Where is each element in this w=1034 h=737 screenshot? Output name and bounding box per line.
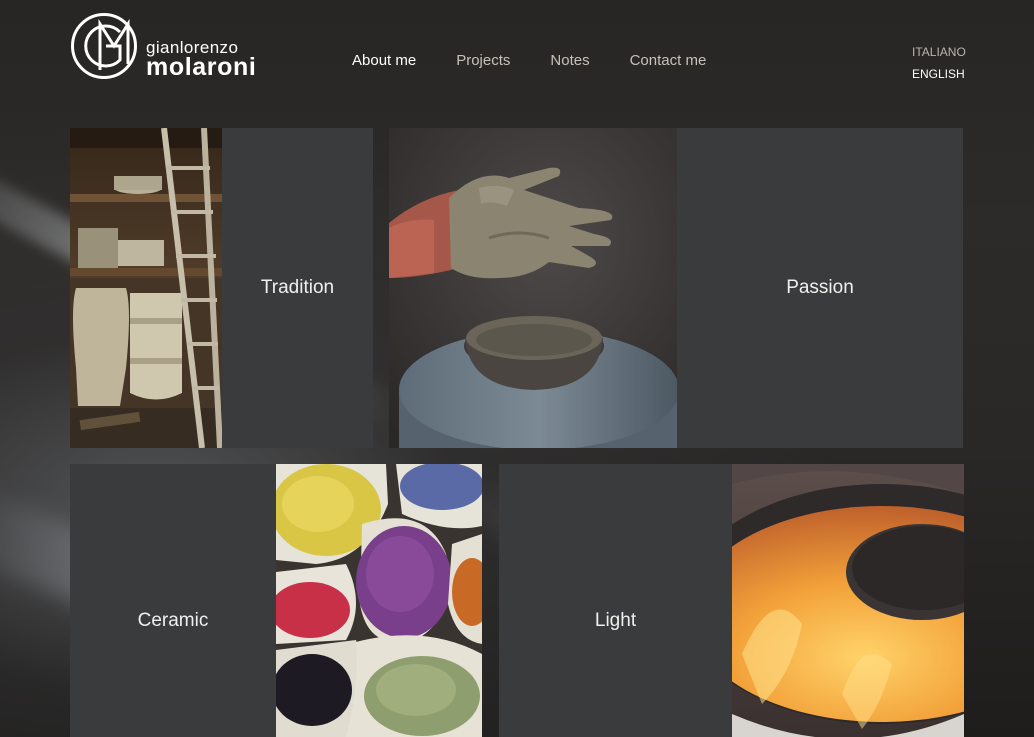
- tile-label: Passion: [786, 277, 854, 298]
- gm-monogram-icon: [71, 13, 137, 79]
- tile-label: Light: [594, 610, 637, 631]
- tile-light[interactable]: Light: [499, 464, 964, 737]
- brand-last-name: molaroni: [146, 53, 257, 81]
- lang-italiano[interactable]: ITALIANO: [912, 41, 966, 63]
- tile-label: Ceramic: [137, 610, 209, 631]
- nav-notes[interactable]: Notes: [550, 52, 589, 69]
- nav-projects[interactable]: Projects: [456, 52, 510, 69]
- tile-tradition[interactable]: Tradition: [70, 128, 373, 448]
- pottery-shelves-image: [70, 128, 222, 448]
- brand-name: gianlorenzo molaroni: [146, 39, 256, 80]
- nav-about-me[interactable]: About me: [352, 52, 416, 69]
- logo[interactable]: gianlorenzo molaroni: [70, 12, 300, 82]
- nav-contact-me[interactable]: Contact me: [630, 52, 707, 69]
- kiln-light-image: [732, 464, 964, 737]
- tile-passion[interactable]: Passion: [389, 128, 963, 448]
- tile-label: Tradition: [260, 277, 335, 298]
- language-switcher: ITALIANO ENGLISH: [912, 41, 966, 85]
- lang-english[interactable]: ENGLISH: [912, 63, 966, 85]
- clay-hand-image: [389, 128, 677, 448]
- main-nav: About me Projects Notes Contact me: [352, 52, 746, 69]
- tile-ceramic[interactable]: Ceramic: [70, 464, 482, 737]
- pigment-powder-image: [276, 464, 482, 737]
